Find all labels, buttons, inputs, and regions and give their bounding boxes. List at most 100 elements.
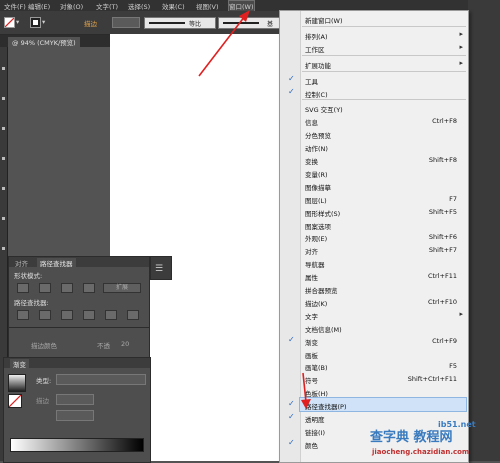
gradient-slider[interactable] (10, 438, 144, 452)
trim-button[interactable] (39, 310, 51, 320)
menu-item[interactable]: 属性 Ctrl+F11 (300, 269, 466, 282)
unite-button[interactable] (17, 283, 29, 293)
menu-item-label: 外观(E) (305, 235, 328, 244)
menu-item[interactable]: 排列(A) ▸ (300, 28, 466, 41)
checkmark-icon: ✓ (288, 399, 295, 409)
tool-icon[interactable] (2, 97, 5, 100)
menu-item-label: 链接(I) (305, 428, 325, 437)
menu-edit[interactable]: 编辑(E) (28, 1, 50, 11)
angle-field[interactable] (56, 394, 94, 405)
outline-button[interactable] (105, 310, 117, 320)
menu-item-shortcut: Shift+F6 (428, 233, 457, 242)
crop-button[interactable] (83, 310, 95, 320)
menu-item[interactable]: 画笔(B) F5 (300, 359, 466, 372)
menu-item-shortcut: Shift+F7 (428, 246, 457, 255)
tool-icon[interactable] (2, 127, 5, 130)
tool-icon[interactable] (2, 217, 5, 220)
menu-item[interactable]: 变换 Shift+F8 (300, 153, 466, 166)
stroke-swatch[interactable] (30, 17, 41, 28)
opacity-label: 不透 (97, 342, 110, 350)
gradient-swatch[interactable] (8, 374, 26, 392)
menu-item[interactable]: 分色预览 (300, 127, 466, 140)
type-label: 类型: (36, 377, 52, 385)
menu-item[interactable]: 路径查找器(P) ✓ (288, 397, 467, 413)
menu-item[interactable]: 扩展功能 ▸ (300, 57, 466, 70)
menu-icon: ☰ (155, 264, 164, 274)
menu-item[interactable]: 信息 Ctrl+F8 (300, 114, 466, 127)
menu-item-label: SVG 交互(Y) (305, 106, 343, 115)
panel-header: 渐变 (4, 358, 150, 369)
expand-button[interactable]: 扩展 (103, 283, 141, 293)
divide-button[interactable] (17, 310, 29, 320)
tool-icon[interactable] (2, 157, 5, 160)
menu-item-label: 画板 (305, 351, 318, 360)
menu-item[interactable]: 符号 Shift+Ctrl+F11 (300, 372, 466, 385)
tab-gradient[interactable]: 渐变 (10, 359, 29, 369)
checkmark-icon: ✓ (288, 437, 295, 447)
menu-item[interactable]: 工作区 ▸ (300, 41, 466, 54)
menu-effect[interactable]: 效果(C) (162, 1, 185, 11)
stroke-weight-field[interactable] (112, 17, 140, 28)
menu-item-label: 变换 (305, 158, 318, 166)
red-arrow-annotation (198, 10, 250, 77)
minus-back-button[interactable] (127, 310, 139, 320)
submenu-arrow-icon: ▸ (459, 58, 463, 67)
menu-item[interactable]: 图层(L) F7 (300, 192, 466, 205)
menu-item-label: 分色预览 (305, 132, 331, 141)
submenu-arrow-icon: ▸ (459, 309, 463, 318)
document-tab[interactable]: @ 94% (CMYK/预览) (8, 37, 80, 47)
menu-item-label: 对齐 (305, 248, 318, 257)
aspect-field[interactable] (56, 410, 94, 421)
panel-menu-button[interactable]: ☰ (150, 256, 172, 280)
menu-item[interactable]: 工具 ✓ (288, 73, 466, 86)
menu-item[interactable]: 画板 (300, 347, 466, 360)
tool-icon[interactable] (2, 187, 5, 190)
menu-item-label: 变量(R) (305, 170, 328, 179)
menu-item-label: 描边(K) (305, 299, 328, 308)
menu-item-label: 动作(N) (305, 145, 328, 154)
menu-item-label: 透明度 (305, 416, 325, 424)
fill-stroke-toggle[interactable] (8, 394, 22, 408)
menu-file[interactable]: 文件(F) (4, 1, 26, 11)
menu-item[interactable]: 对齐 Shift+F7 (300, 243, 466, 256)
chevron-down-icon[interactable]: ▾ (16, 18, 19, 26)
pathfinder-panel: 对齐 路径查找器 形状模式: 扩展 路径查找器: (8, 256, 150, 328)
tab-align[interactable]: 对齐 (15, 258, 28, 268)
menu-type[interactable]: 文字(T) (96, 1, 118, 11)
menu-item[interactable]: 渐变 ✓ Ctrl+F9 (288, 334, 466, 347)
menu-item[interactable]: 描边(K) Ctrl+F10 (300, 295, 466, 308)
menu-item[interactable]: 变量(R) (300, 166, 466, 179)
tool-icon[interactable] (2, 247, 5, 250)
menu-item[interactable]: SVG 交互(Y) (300, 101, 466, 114)
opacity-value[interactable]: 20 (121, 340, 129, 348)
menu-item-shortcut: F7 (449, 194, 457, 203)
menu-item[interactable]: 图形样式(S) Shift+F5 (300, 205, 466, 218)
menu-item-label: 图案选项 (305, 222, 331, 231)
menu-item[interactable]: 外观(E) Shift+F6 (300, 230, 466, 243)
menu-object[interactable]: 对象(O) (60, 1, 83, 11)
menu-separator (302, 54, 466, 56)
menu-item[interactable]: 图像描摹 (300, 179, 466, 192)
minus-front-button[interactable] (39, 283, 51, 293)
menu-item[interactable]: 文档信息(M) (300, 321, 466, 334)
fill-none-swatch[interactable] (4, 17, 15, 28)
menu-item[interactable]: 拼合器预览 (300, 282, 466, 295)
menu-item[interactable]: 文字 ▸ (300, 308, 466, 321)
menu-item[interactable]: 色板(H) (300, 385, 466, 398)
merge-button[interactable] (61, 310, 73, 320)
menu-item[interactable]: 图案选项 (300, 218, 466, 231)
menu-item[interactable]: 动作(N) (300, 140, 466, 153)
stroke-color-label: 描边颜色 (31, 342, 57, 350)
intersect-button[interactable] (61, 283, 73, 293)
menu-item-label: 新建窗口(W) (305, 17, 343, 25)
gradient-type-select[interactable] (56, 374, 146, 385)
tab-pathfinder[interactable]: 路径查找器 (37, 258, 76, 268)
chevron-down-icon[interactable]: ▾ (42, 18, 45, 26)
menu-item[interactable]: 新建窗口(W) (300, 12, 466, 25)
tool-icon[interactable] (2, 67, 5, 70)
menu-item[interactable]: 控制(C) ✓ (288, 86, 466, 99)
menu-item-label: 图像描摹 (305, 183, 331, 192)
menu-item[interactable]: 导航器 (300, 256, 466, 269)
menu-select[interactable]: 选择(S) (128, 1, 150, 11)
exclude-button[interactable] (83, 283, 95, 293)
